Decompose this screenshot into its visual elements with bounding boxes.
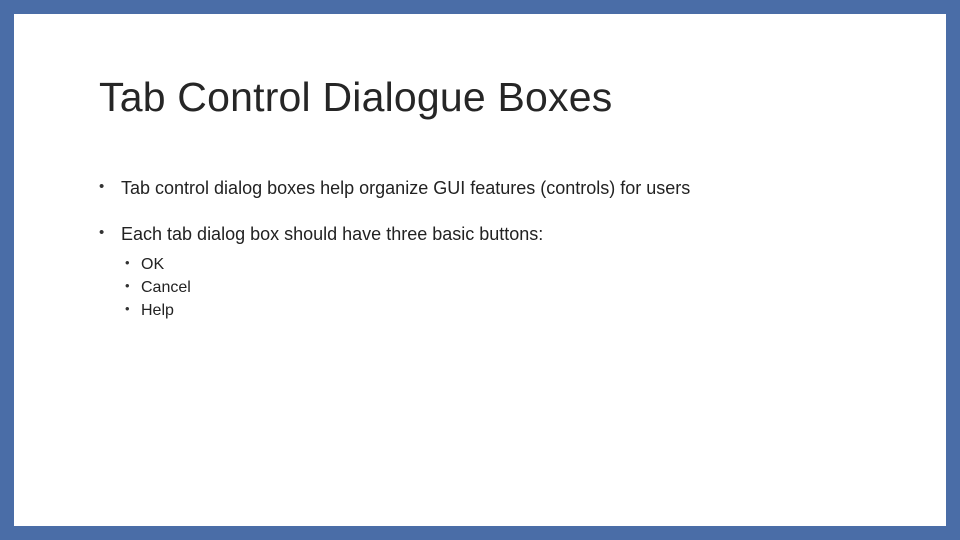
bullet-text: Each tab dialog box should have three ba… xyxy=(121,224,543,244)
sub-bullet-text: OK xyxy=(141,256,164,273)
sub-bullet-text: Cancel xyxy=(141,279,191,296)
bullet-item: Each tab dialog box should have three ba… xyxy=(99,222,876,322)
main-bullet-list: Tab control dialog boxes help organize G… xyxy=(99,176,876,322)
sub-bullet-item: OK xyxy=(121,253,876,276)
slide-content: Tab Control Dialogue Boxes Tab control d… xyxy=(14,14,946,322)
slide-frame: Tab Control Dialogue Boxes Tab control d… xyxy=(0,0,960,540)
bullet-text: Tab control dialog boxes help organize G… xyxy=(121,178,690,198)
bullet-item: Tab control dialog boxes help organize G… xyxy=(99,176,876,200)
slide-title: Tab Control Dialogue Boxes xyxy=(99,74,876,121)
sub-bullet-item: Help xyxy=(121,299,876,322)
sub-bullet-text: Help xyxy=(141,302,174,319)
sub-bullet-list: OK Cancel Help xyxy=(121,253,876,323)
sub-bullet-item: Cancel xyxy=(121,276,876,299)
